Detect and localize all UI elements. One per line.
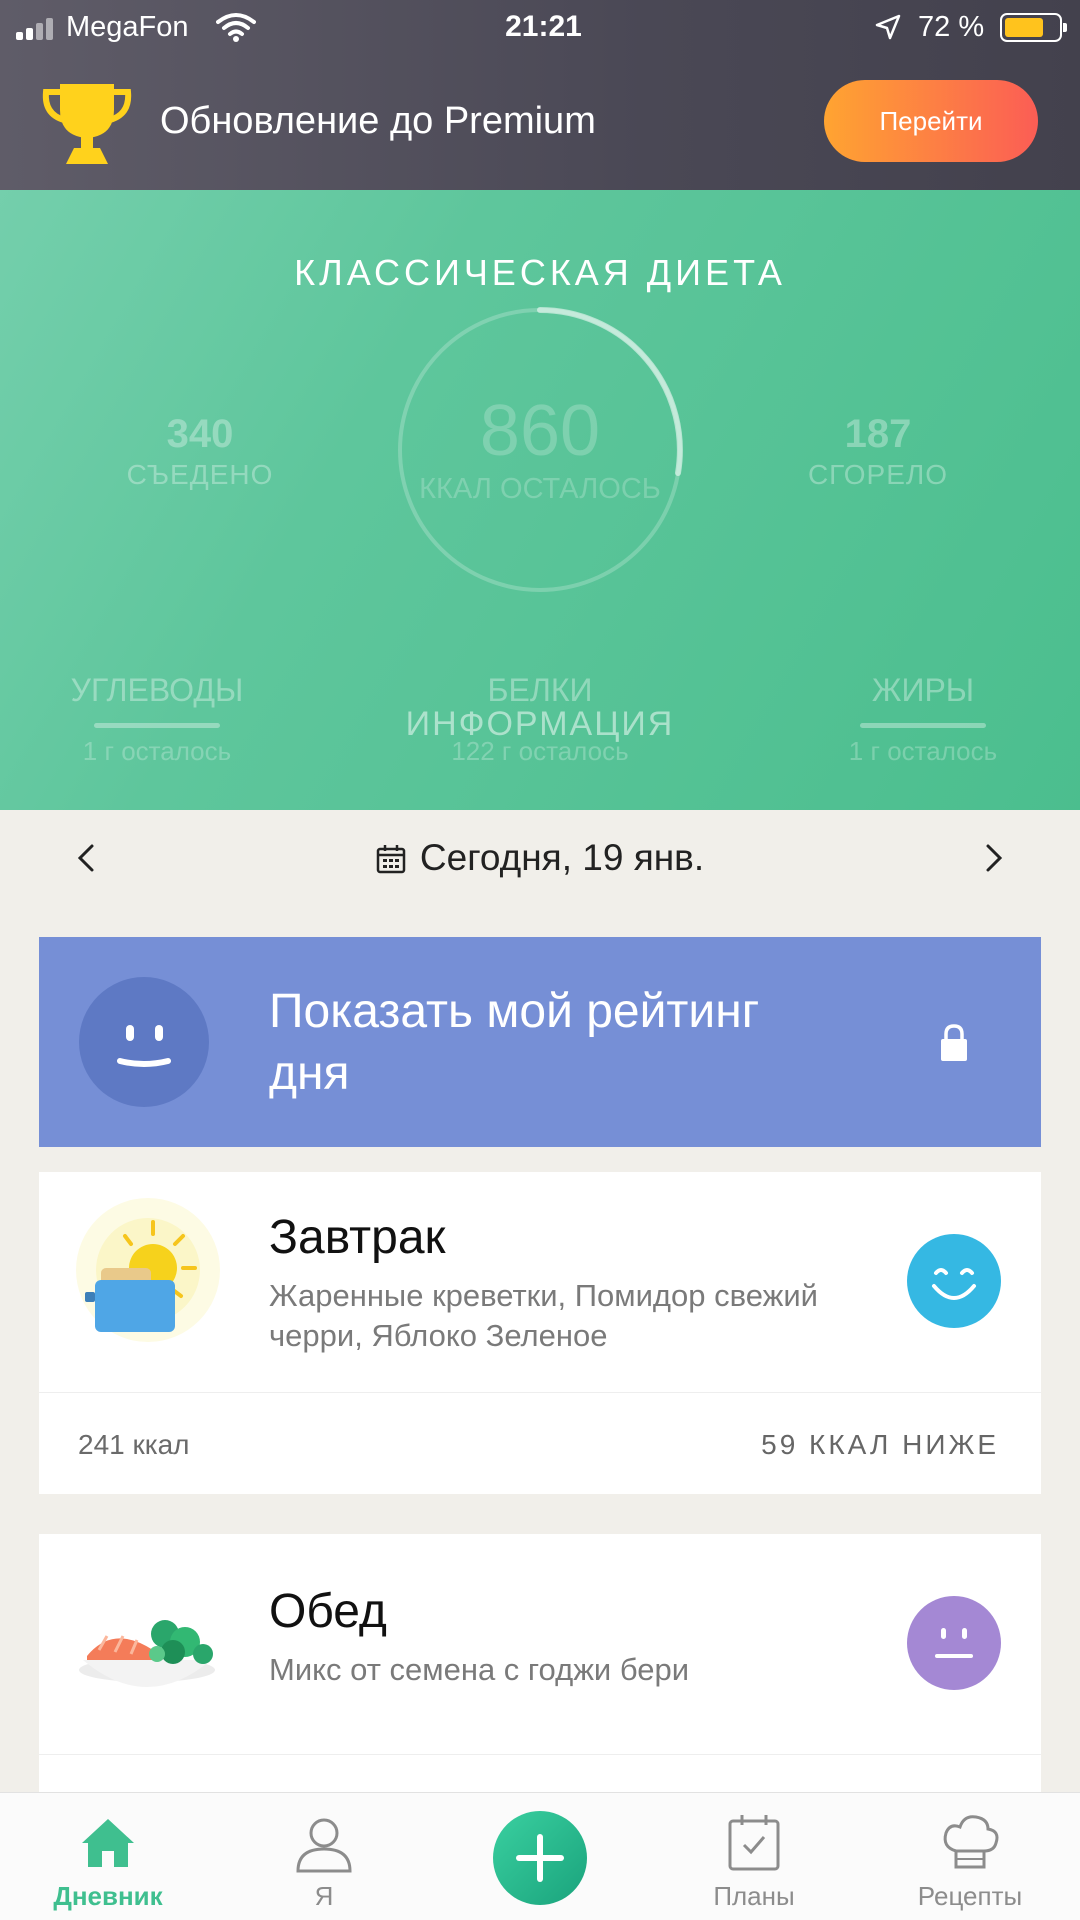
happy-face-icon[interactable] xyxy=(907,1234,1001,1328)
calories-remaining-label: ККАЛ ОСТАЛОСЬ xyxy=(419,473,661,505)
calories-remaining: 860 xyxy=(479,391,601,471)
meal-description: Микс от семена с годжи бери xyxy=(269,1652,690,1687)
day-rating-text: Показать мой рейтинг дня xyxy=(269,985,760,1100)
eaten-stat: 340 СЪЕДЕНО xyxy=(110,412,290,491)
status-bar: MegaFon 21:21 72 % xyxy=(0,0,1080,56)
nav-me[interactable]: Я xyxy=(234,1811,414,1912)
macro-name: УГЛЕВОДЫ xyxy=(70,672,244,708)
burned-label: СГОРЕЛО xyxy=(807,459,949,490)
premium-title: Обновление до Premium xyxy=(160,100,596,142)
battery-icon xyxy=(1000,13,1067,42)
nav-plans[interactable]: Планы xyxy=(664,1811,844,1912)
eaten-value: 340 xyxy=(166,412,234,456)
lock-icon xyxy=(941,1024,967,1061)
day-rating-card[interactable]: Показать мой рейтинг дня xyxy=(39,937,1041,1147)
meal-description: Жаренные креветки, Помидор свежий черри,… xyxy=(269,1278,818,1353)
meal-kcal: 241 ккал xyxy=(78,1429,190,1460)
eaten-label: СЪЕДЕНО xyxy=(126,459,274,490)
calendar-check-icon xyxy=(728,1815,780,1871)
location-arrow-icon xyxy=(875,14,901,40)
nav-diary[interactable]: Дневник xyxy=(18,1811,198,1912)
info-link[interactable]: ИНФОРМАЦИЯ xyxy=(0,705,1080,744)
bottom-nav: Дневник Я Планы Рецепты xyxy=(0,1792,1080,1920)
meal-name: Завтрак xyxy=(269,1211,446,1264)
salad-bowl-icon xyxy=(79,1620,215,1687)
person-icon xyxy=(296,1818,352,1873)
nav-label: Планы xyxy=(713,1881,795,1911)
add-button[interactable] xyxy=(493,1811,587,1905)
nav-label: Рецепты xyxy=(917,1881,1023,1911)
meal-footer: 241 ккал 59 ККАЛ НИЖЕ xyxy=(39,1392,1041,1494)
macro-name: БЕЛКИ xyxy=(487,672,593,708)
neutral-face-icon xyxy=(79,977,209,1107)
date-selector[interactable]: Сегодня, 19 янв. xyxy=(0,837,1080,879)
nav-label: Дневник xyxy=(53,1881,163,1911)
meal-footer xyxy=(39,1754,1041,1792)
home-icon xyxy=(82,1819,134,1867)
burned-stat: 187 СГОРЕЛО xyxy=(788,412,968,491)
burned-value: 187 xyxy=(844,412,912,456)
nav-recipes[interactable]: Рецепты xyxy=(880,1811,1060,1912)
neutral-face-icon[interactable] xyxy=(907,1596,1001,1690)
macro-name: ЖИРЫ xyxy=(871,672,975,708)
battery-percent: 72 % xyxy=(918,11,985,43)
chef-hat-icon xyxy=(943,1815,999,1869)
trophy-icon xyxy=(42,84,132,164)
diet-title: КЛАССИЧЕСКАЯ ДИЕТА xyxy=(294,252,786,293)
date-label: Сегодня, 19 янв. xyxy=(419,837,705,878)
premium-header: MegaFon 21:21 72 % Обновление до Premium… xyxy=(0,0,1080,190)
plus-icon xyxy=(516,1834,564,1882)
go-premium-button[interactable]: Перейти xyxy=(824,80,1038,162)
meal-name: Обед xyxy=(269,1585,387,1638)
nav-label: Я xyxy=(314,1881,334,1911)
toaster-sun-icon xyxy=(76,1198,220,1342)
meal-kcal-status: 59 ККАЛ НИЖЕ xyxy=(761,1429,999,1460)
calendar-icon xyxy=(376,845,406,874)
breakfast-card[interactable]: Завтрак Жаренные креветки, Помидор свежи… xyxy=(39,1172,1041,1494)
chevron-right-icon[interactable] xyxy=(974,838,1014,878)
lunch-card[interactable]: Обед Микс от семена с годжи бери xyxy=(39,1534,1041,1792)
diet-summary[interactable]: КЛАССИЧЕСКАЯ ДИЕТА 860 ККАЛ ОСТАЛОСЬ 340… xyxy=(0,190,1080,810)
